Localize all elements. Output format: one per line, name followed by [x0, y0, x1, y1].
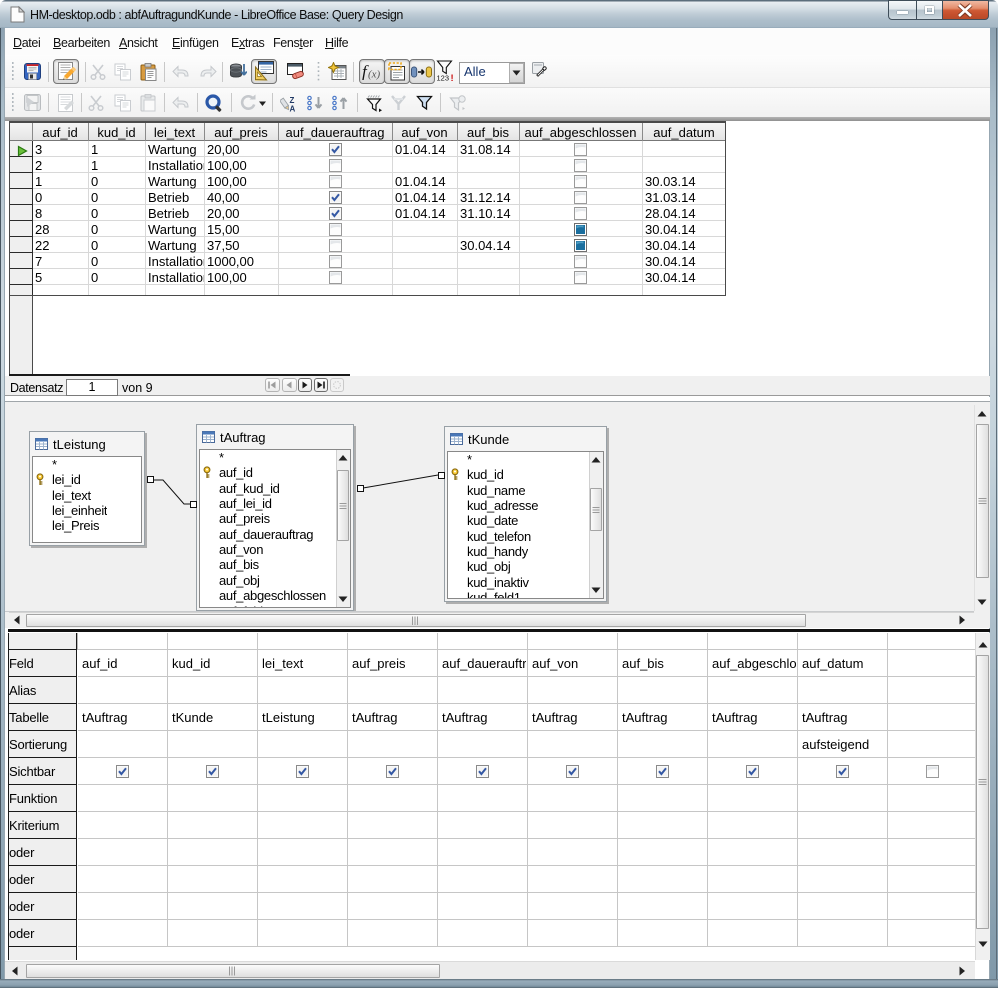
svg-text:123: 123: [437, 74, 450, 83]
svg-text:!: !: [451, 73, 454, 82]
svg-text:(x): (x): [368, 69, 381, 81]
svg-text:A: A: [290, 105, 296, 113]
